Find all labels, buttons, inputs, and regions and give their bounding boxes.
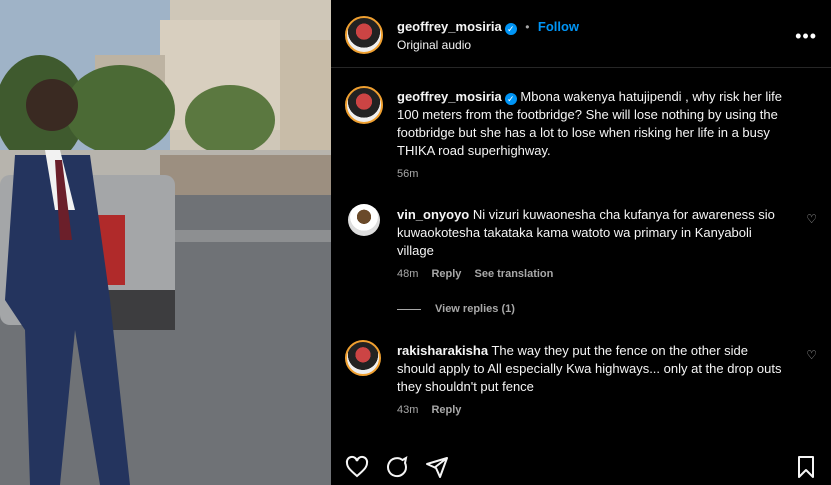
replies-line [397, 308, 421, 310]
comment-text: rakisharakisha The way they put the fenc… [397, 342, 787, 396]
post-media[interactable] [0, 0, 331, 485]
post-side-panel: geoffrey_mosiria ✓ • Follow Original audi… [331, 0, 831, 485]
comment-item: rakisharakisha The way they put the fenc… [345, 338, 817, 428]
comment-username[interactable]: vin_onyoyo [397, 207, 469, 222]
post-photo [0, 0, 331, 485]
caption-time: 56m [397, 168, 419, 180]
comment-icon[interactable] [385, 455, 409, 485]
author-username[interactable]: geoffrey_mosiria [397, 19, 502, 34]
comment-item: vin_onyoyo Ni vizuri kuwaonesha cha kufa… [345, 202, 817, 292]
heart-icon[interactable]: ♡ [806, 212, 817, 226]
verified-badge-icon: ✓ [504, 23, 517, 35]
post-header: geoffrey_mosiria ✓ • Follow Original audi… [345, 14, 817, 64]
comment-meta: 43m Reply [397, 404, 471, 416]
comment-meta: 48m Reply See translation [397, 268, 563, 280]
more-options-icon[interactable]: ••• [795, 26, 817, 47]
header-divider [331, 67, 831, 68]
action-bar [345, 455, 817, 485]
caption-text: geoffrey_mosiria ✓ Mbona wakenya hatujipe… [397, 88, 787, 160]
follow-button[interactable]: Follow [538, 19, 579, 34]
separator-dot: • [525, 20, 530, 34]
see-translation-button[interactable]: See translation [475, 268, 554, 280]
comment-text: vin_onyoyo Ni vizuri kuwaonesha cha kufa… [397, 206, 787, 260]
heart-icon[interactable]: ♡ [806, 348, 817, 362]
verified-badge-icon: ✓ [504, 93, 517, 105]
bookmark-icon[interactable] [795, 455, 817, 485]
reply-button[interactable]: Reply [431, 404, 461, 416]
reply-button[interactable]: Reply [431, 268, 461, 280]
comment-time: 48m [397, 268, 419, 280]
caption-meta: 56m [397, 168, 428, 180]
caption-username[interactable]: geoffrey_mosiria [397, 89, 502, 104]
commenter-avatar[interactable] [348, 204, 380, 236]
commenter-avatar[interactable] [345, 340, 381, 376]
comment-username[interactable]: rakisharakisha [397, 343, 488, 358]
post-caption: geoffrey_mosiria ✓ Mbona wakenya hatujipe… [345, 84, 817, 184]
share-icon[interactable] [425, 455, 449, 485]
caption-avatar[interactable] [345, 86, 383, 124]
comment-time: 43m [397, 404, 419, 416]
heart-icon[interactable] [345, 455, 369, 485]
author-avatar[interactable] [345, 16, 383, 54]
view-replies-label: View replies (1) [435, 303, 515, 315]
audio-label[interactable]: Original audio [397, 38, 471, 52]
view-replies-button[interactable]: View replies (1) [397, 303, 515, 315]
